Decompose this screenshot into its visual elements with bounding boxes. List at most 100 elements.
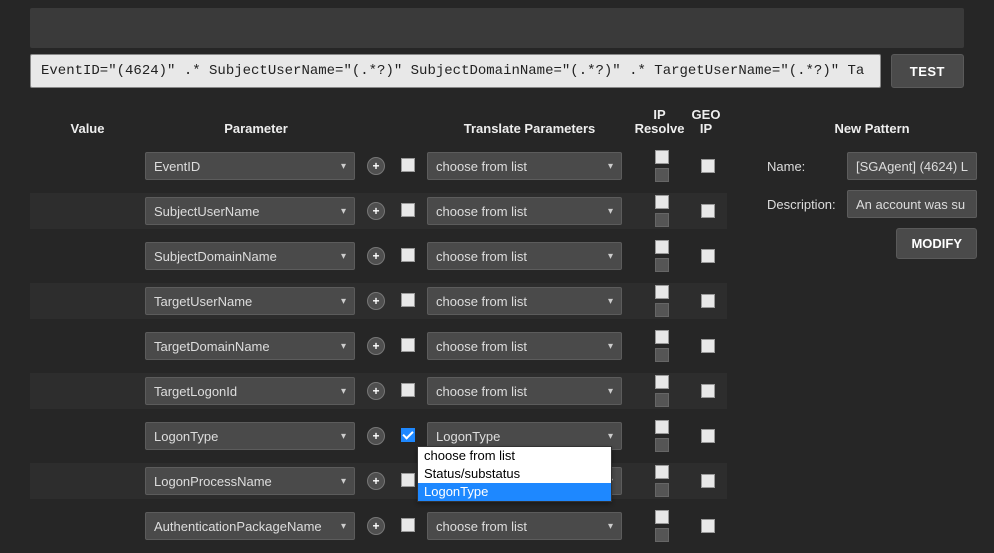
modify-button[interactable]: MODIFY: [896, 228, 977, 259]
add-button[interactable]: +: [367, 292, 385, 310]
translate-enable-checkbox[interactable]: [401, 383, 415, 397]
ip-resolve-checkbox[interactable]: [655, 375, 669, 389]
translate-dropdown-list[interactable]: choose from listStatus/substatusLogonTyp…: [417, 446, 612, 502]
translate-select[interactable]: choose from list ▾: [427, 242, 622, 270]
translate-select[interactable]: choose from list ▾: [427, 197, 622, 225]
translate-select-value: LogonType: [436, 429, 500, 444]
geo-ip-checkbox[interactable]: [701, 249, 715, 263]
description-label: Description:: [767, 197, 847, 212]
table-row: TargetLogonId ▾ + choose from list▾: [30, 373, 727, 409]
geo-ip-checkbox[interactable]: [701, 519, 715, 533]
parameter-select-value: EventID: [154, 159, 200, 174]
parameter-select-value: LogonProcessName: [154, 474, 272, 489]
ip-resolve-checkbox[interactable]: [655, 150, 669, 164]
ip-resolve-checkbox[interactable]: [655, 420, 669, 434]
translate-select[interactable]: choose from list▾: [427, 332, 622, 360]
chevron-down-icon: ▾: [608, 386, 613, 397]
ip-resolve-secondary-checkbox[interactable]: [655, 213, 669, 227]
translate-enable-checkbox[interactable]: [401, 248, 415, 262]
parameter-select[interactable]: EventID ▾: [145, 152, 355, 180]
ip-resolve-secondary-checkbox[interactable]: [655, 303, 669, 317]
test-button[interactable]: TEST: [891, 54, 964, 88]
geo-ip-checkbox[interactable]: [701, 294, 715, 308]
parameter-select-value: TargetLogonId: [154, 384, 237, 399]
chevron-down-icon: ▾: [608, 251, 613, 262]
translate-enable-checkbox[interactable]: [401, 293, 415, 307]
parameter-select[interactable]: SubjectDomainName ▾: [145, 242, 355, 270]
description-input[interactable]: An account was su: [847, 190, 977, 218]
ip-resolve-checkbox[interactable]: [655, 285, 669, 299]
chevron-down-icon: ▾: [341, 161, 346, 172]
table-row: LogonType▾+LogonType▾choose from listSta…: [30, 418, 727, 454]
parameter-select[interactable]: TargetDomainName▾: [145, 332, 355, 360]
chevron-down-icon: ▾: [608, 296, 613, 307]
parameter-select[interactable]: AuthenticationPackageName▾: [145, 512, 355, 540]
ip-resolve-checkbox[interactable]: [655, 330, 669, 344]
chevron-down-icon: ▾: [608, 206, 613, 217]
add-button[interactable]: +: [367, 337, 385, 355]
chevron-down-icon: ▾: [341, 386, 346, 397]
ip-resolve-secondary-checkbox[interactable]: [655, 438, 669, 452]
ip-resolve-checkbox[interactable]: [655, 195, 669, 209]
add-button[interactable]: +: [367, 427, 385, 445]
chevron-down-icon: ▾: [341, 206, 346, 217]
ip-resolve-checkbox[interactable]: [655, 510, 669, 524]
geo-ip-checkbox[interactable]: [701, 204, 715, 218]
chevron-down-icon: ▾: [341, 251, 346, 262]
geo-ip-checkbox[interactable]: [701, 474, 715, 488]
new-pattern-panel: New Pattern Name: [SGAgent] (4624) L Des…: [767, 106, 977, 553]
ip-resolve-secondary-checkbox[interactable]: [655, 168, 669, 182]
geo-ip-checkbox[interactable]: [701, 429, 715, 443]
add-button[interactable]: +: [367, 382, 385, 400]
geo-ip-checkbox[interactable]: [701, 159, 715, 173]
ip-resolve-secondary-checkbox[interactable]: [655, 393, 669, 407]
dropdown-option[interactable]: LogonType: [418, 483, 611, 501]
translate-select-value: choose from list: [436, 249, 527, 264]
name-input[interactable]: [SGAgent] (4624) L: [847, 152, 977, 180]
chevron-down-icon: ▾: [341, 341, 346, 352]
translate-enable-checkbox[interactable]: [401, 473, 415, 487]
add-button[interactable]: +: [367, 157, 385, 175]
translate-select[interactable]: choose from list ▾: [427, 512, 622, 540]
header-translate: Translate Parameters: [427, 121, 632, 136]
translate-enable-checkbox[interactable]: [401, 338, 415, 352]
translate-enable-checkbox[interactable]: [401, 203, 415, 217]
chevron-down-icon: ▾: [341, 476, 346, 487]
ip-resolve-secondary-checkbox[interactable]: [655, 258, 669, 272]
translate-select[interactable]: choose from list▾: [427, 287, 622, 315]
chevron-down-icon: ▾: [608, 521, 613, 532]
parameter-select[interactable]: LogonProcessName ▾: [145, 467, 355, 495]
translate-enable-checkbox[interactable]: [401, 518, 415, 532]
parameter-select[interactable]: TargetLogonId ▾: [145, 377, 355, 405]
parameter-select[interactable]: SubjectUserName▾: [145, 197, 355, 225]
geo-ip-checkbox[interactable]: [701, 384, 715, 398]
dropdown-option[interactable]: choose from list: [418, 447, 611, 465]
pattern-input[interactable]: EventID="(4624)" .* SubjectUserName="(.*…: [30, 54, 881, 88]
ip-resolve-checkbox[interactable]: [655, 465, 669, 479]
add-button[interactable]: +: [367, 202, 385, 220]
table-row: LogonProcessName▾+choose from list▾: [30, 463, 727, 499]
table-row: SubjectUserName▾ + choose from list ▾: [30, 193, 727, 229]
dropdown-option[interactable]: Status/substatus: [418, 465, 611, 483]
translate-select[interactable]: choose from list▾: [427, 152, 622, 180]
add-button[interactable]: +: [367, 517, 385, 535]
parameter-select-value: SubjectDomainName: [154, 249, 277, 264]
translate-enable-checkbox[interactable]: [401, 158, 415, 172]
translate-select-value: choose from list: [436, 204, 527, 219]
ip-resolve-checkbox[interactable]: [655, 240, 669, 254]
translate-select[interactable]: choose from list▾: [427, 377, 622, 405]
parameter-select[interactable]: LogonType▾: [145, 422, 355, 450]
translate-select-value: choose from list: [436, 519, 527, 534]
add-button[interactable]: +: [367, 247, 385, 265]
geo-ip-checkbox[interactable]: [701, 339, 715, 353]
parameter-select-value: TargetUserName: [154, 294, 252, 309]
table-row: SubjectDomainName ▾ + choose from list ▾: [30, 238, 727, 274]
ip-resolve-secondary-checkbox[interactable]: [655, 348, 669, 362]
translate-enable-checkbox[interactable]: [401, 428, 415, 442]
add-button[interactable]: +: [367, 472, 385, 490]
ip-resolve-secondary-checkbox[interactable]: [655, 483, 669, 497]
chevron-down-icon: ▾: [608, 431, 613, 442]
chevron-down-icon: ▾: [341, 296, 346, 307]
ip-resolve-secondary-checkbox[interactable]: [655, 528, 669, 542]
parameter-select[interactable]: TargetUserName ▾: [145, 287, 355, 315]
